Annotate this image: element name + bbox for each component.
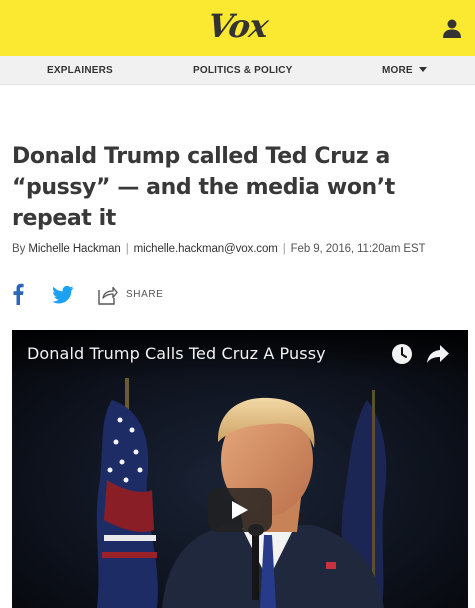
share-icon[interactable] [96, 284, 118, 306]
clock-icon[interactable] [391, 343, 413, 365]
twitter-icon[interactable] [52, 285, 74, 305]
nav-explainers[interactable]: EXPLAINERS [47, 56, 113, 85]
share-label[interactable]: SHARE [126, 289, 163, 300]
article-headline: Donald Trump called Ted Cruz a “pussy” —… [12, 144, 395, 231]
facebook-icon[interactable] [12, 283, 24, 305]
byline-divider: | [125, 243, 129, 255]
byline: By Michelle Hackman | michelle.hackman@vox… [12, 243, 472, 255]
publish-date: Feb 9, 2016, 11:20am EST [290, 243, 426, 255]
nav-more[interactable]: MORE [382, 56, 427, 85]
chevron-down-icon [418, 67, 427, 72]
video-title[interactable]: Donald Trump Calls Ted Cruz A Pussy [27, 344, 326, 363]
byline-divider: | [282, 243, 286, 255]
nav-politics-policy[interactable]: POLITICS & POLICY [193, 56, 293, 85]
user-account-icon[interactable] [441, 17, 463, 39]
author-link[interactable]: Michelle Hackman [28, 243, 120, 255]
vox-logo[interactable]: Vox [0, 7, 475, 45]
section-nav: EXPLAINERS POLITICS & POLICY MORE [0, 56, 475, 85]
share-arrow-icon[interactable] [426, 344, 450, 364]
share-bar: SHARE [12, 283, 212, 307]
play-button[interactable] [208, 488, 272, 532]
site-header: Vox [0, 0, 475, 56]
byline-prefix: By [12, 243, 26, 255]
play-icon [232, 501, 248, 519]
nav-more-label: MORE [382, 65, 413, 76]
video-player[interactable]: Donald Trump Calls Ted Cruz A Pussy [12, 330, 468, 608]
author-email-link[interactable]: michelle.hackman@vox.com [134, 243, 278, 255]
